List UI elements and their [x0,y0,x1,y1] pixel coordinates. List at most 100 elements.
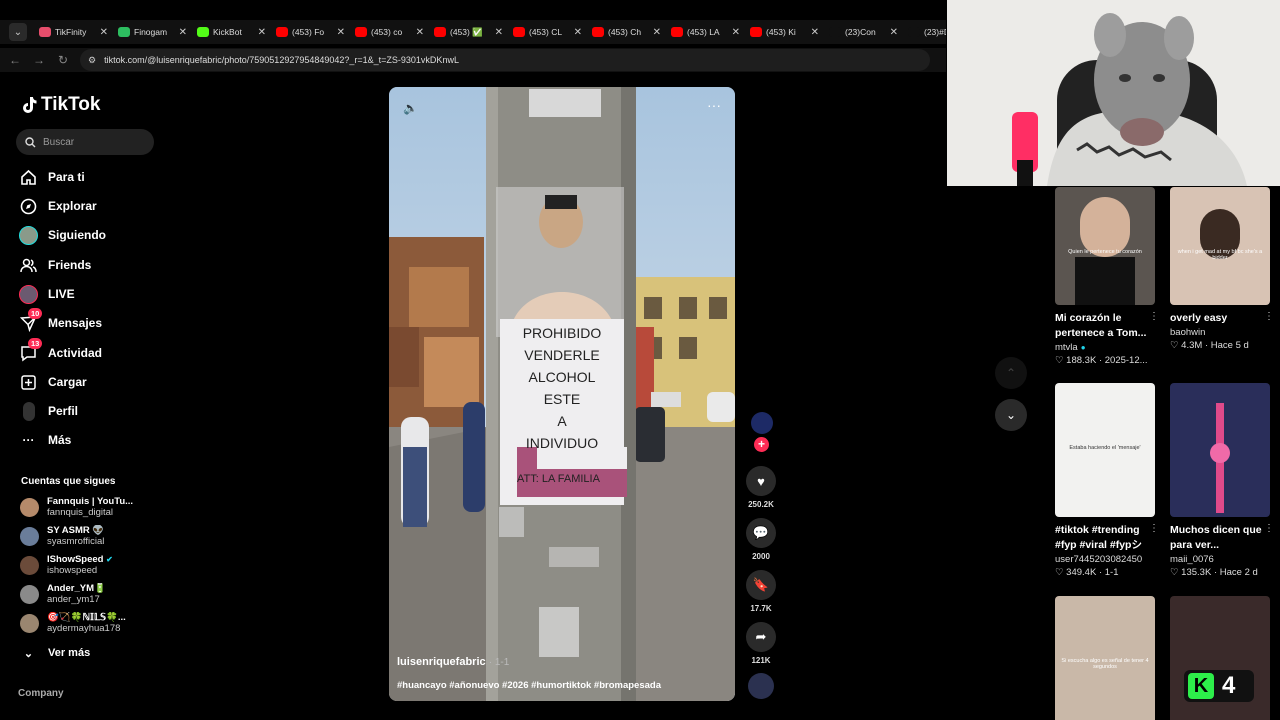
video-thumbnail[interactable]: Estaba haciendo el 'mensaje' [1055,383,1155,517]
scroll-up-button[interactable]: ⌃ [995,357,1027,389]
nav-perfil[interactable]: Perfil [19,400,78,422]
account-handle: ander_ym17 [47,594,100,605]
tab-close-icon[interactable]: ✕ [890,27,898,38]
following-account[interactable]: IShowSpeed ✔ ishowspeed [20,554,165,576]
nav-friends[interactable]: Friends [19,254,91,276]
see-more-button[interactable]: ⌄ Ver más [19,642,90,664]
video-title[interactable]: overly easy [1170,311,1274,326]
nav-mensajes[interactable]: 10 Mensajes [19,307,102,334]
recommended-video-card[interactable]: Quien le pertenece tu corazón Mi corazón … [1055,187,1161,366]
browser-tab[interactable]: (453) CL ✕ [507,20,586,44]
like-count: 250.2K [748,500,774,509]
nav-explorar[interactable]: Explorar [19,195,97,217]
tab-close-icon[interactable]: ✕ [732,27,740,38]
search-box[interactable] [16,129,154,155]
follow-plus-icon[interactable]: + [754,437,769,452]
following-account[interactable]: Ander_YM🔋 ander_ym17 [20,583,165,605]
nav-live[interactable]: LIVE [19,283,75,305]
tab-close-icon[interactable]: ✕ [100,27,108,38]
recommended-video-card[interactable]: Estaba haciendo el 'mensaje' #tiktok #tre… [1055,383,1161,578]
nav-label: LIVE [48,287,75,301]
browser-tab[interactable]: (453) Ki ✕ [744,20,823,44]
share-button[interactable]: ➦ 121K [746,622,776,665]
browser-tab[interactable]: (23)Con ✕ [823,20,902,44]
nav-siguiendo[interactable]: Siguiendo [19,224,106,246]
site-info-icon[interactable]: ⚙ [88,55,96,66]
tab-close-icon[interactable]: ✕ [179,27,187,38]
tab-close-icon[interactable]: ✕ [811,27,819,38]
author-avatar[interactable] [751,412,773,434]
video-thumbnail[interactable]: Si escucha algo es señal de tener 4 segu… [1055,596,1155,720]
reload-icon[interactable]: ↻ [54,53,72,67]
save-button[interactable]: 🔖 17.7K [746,570,776,613]
recommended-video-card[interactable]: when i get mad at my bf bc she's a bidde… [1170,187,1276,351]
share-icon: ➦ [746,622,776,652]
comment-icon: 💬 [746,518,776,548]
company-link[interactable]: Company [18,688,64,699]
more-options-icon[interactable]: ⋮ [1264,523,1274,534]
account-name: IShowSpeed [47,554,104,565]
video-author[interactable]: maii_0076 [1170,554,1214,565]
volume-icon[interactable]: 🔈 [403,101,418,115]
nav-cargar[interactable]: Cargar [19,371,87,393]
video-title[interactable]: Mi corazón le pertenece a Tom... [1055,311,1159,341]
tab-favicon-icon [908,27,920,37]
browser-tab[interactable]: (453) Ch ✕ [586,20,665,44]
video-username[interactable]: luisenriquefabric [397,656,486,668]
tab-close-icon[interactable]: ✕ [653,27,661,38]
scroll-down-button[interactable]: ⌄ [995,399,1027,431]
comment-button[interactable]: 💬 2000 [746,518,776,561]
more-options-icon[interactable]: ··· [707,97,721,113]
nav-label: Actividad [48,346,103,360]
address-bar[interactable]: ⚙ tiktok.com/@luisenriquefabric/photo/75… [80,49,930,71]
back-icon[interactable]: ← [6,53,24,67]
browser-tab[interactable]: (453) LA ✕ [665,20,744,44]
video-author[interactable]: luisenriquefabric · 1-1 [397,656,509,668]
video-thumbnail[interactable]: Quien le pertenece tu corazón [1055,187,1155,305]
video-author[interactable]: baohwin [1170,327,1205,338]
following-account[interactable]: Fannquis | YouTu... fannquis_digital [20,496,165,518]
nav-mas[interactable]: ··· Más [19,429,72,451]
following-account[interactable]: SY ASMR 👽 syasmrofficial [20,525,165,547]
browser-tab[interactable]: KickBot ✕ [191,20,270,44]
following-account[interactable]: 🎯🏹🍀ℕ𝕀𝕃𝕊🍀... aydermayhua178 [20,612,165,634]
tiktok-logo[interactable]: TikTok [21,94,100,116]
tab-close-icon[interactable]: ✕ [337,27,345,38]
more-options-icon[interactable]: ⋮ [1149,523,1159,534]
video-author[interactable]: user7445203082450 [1055,554,1142,565]
nav-actividad[interactable]: 13 Actividad [19,337,103,364]
more-options-icon[interactable]: ⋮ [1149,311,1159,322]
video-title[interactable]: Muchos dicen que para ver... [1170,523,1274,553]
browser-tab[interactable]: (23)#D ✕ [902,20,946,44]
tab-title: KickBot [213,27,242,37]
video-thumbnail[interactable] [1170,383,1270,517]
recommended-video-card[interactable]: Muchos dicen que para ver... ⋮ maii_0076… [1170,383,1276,578]
webcam-overlay [947,0,1280,186]
like-button[interactable]: ♥ 250.2K [746,466,776,509]
browser-tab[interactable]: (453) Fo ✕ [270,20,349,44]
tab-close-icon[interactable]: ✕ [416,27,424,38]
tab-close-icon[interactable]: ✕ [574,27,582,38]
browser-tab[interactable]: (453) ✅ ✕ [428,20,507,44]
browser-tab[interactable]: Finogam ✕ [112,20,191,44]
nav-para-ti[interactable]: Para ti [19,166,85,188]
following-section-title: Cuentas que sigues [21,476,116,487]
video-hashtags[interactable]: #huancayo #añonuevo #2026 #humortiktok #… [397,680,661,691]
tab-search-icon[interactable]: ⌄ [9,23,27,41]
music-disc-icon[interactable] [748,673,774,699]
video-player[interactable]: PROHIBIDO VENDERLE ALCOHOL ESTE A INDIVIDUO A… [389,87,735,701]
video-author[interactable]: mtvla [1055,342,1078,353]
forward-icon[interactable]: → [30,53,48,67]
browser-tab[interactable]: (453) co ✕ [349,20,428,44]
account-handle: aydermayhua178 [47,623,121,634]
video-date: 1-1 [494,657,510,668]
browser-tab[interactable]: TikFinity ✕ [33,20,112,44]
tab-close-icon[interactable]: ✕ [258,27,266,38]
more-options-icon[interactable]: ⋮ [1264,311,1274,322]
video-thumbnail[interactable]: when i get mad at my bf bc she's a bidde… [1170,187,1270,305]
tab-title: (453) Ch [608,27,642,37]
tab-close-icon[interactable]: ✕ [495,27,503,38]
recommended-video-card[interactable]: Si escucha algo es señal de tener 4 segu… [1055,596,1161,720]
video-title[interactable]: #tiktok #trending #fyp #viral #fypシ [1055,523,1159,553]
search-input[interactable] [43,136,143,148]
